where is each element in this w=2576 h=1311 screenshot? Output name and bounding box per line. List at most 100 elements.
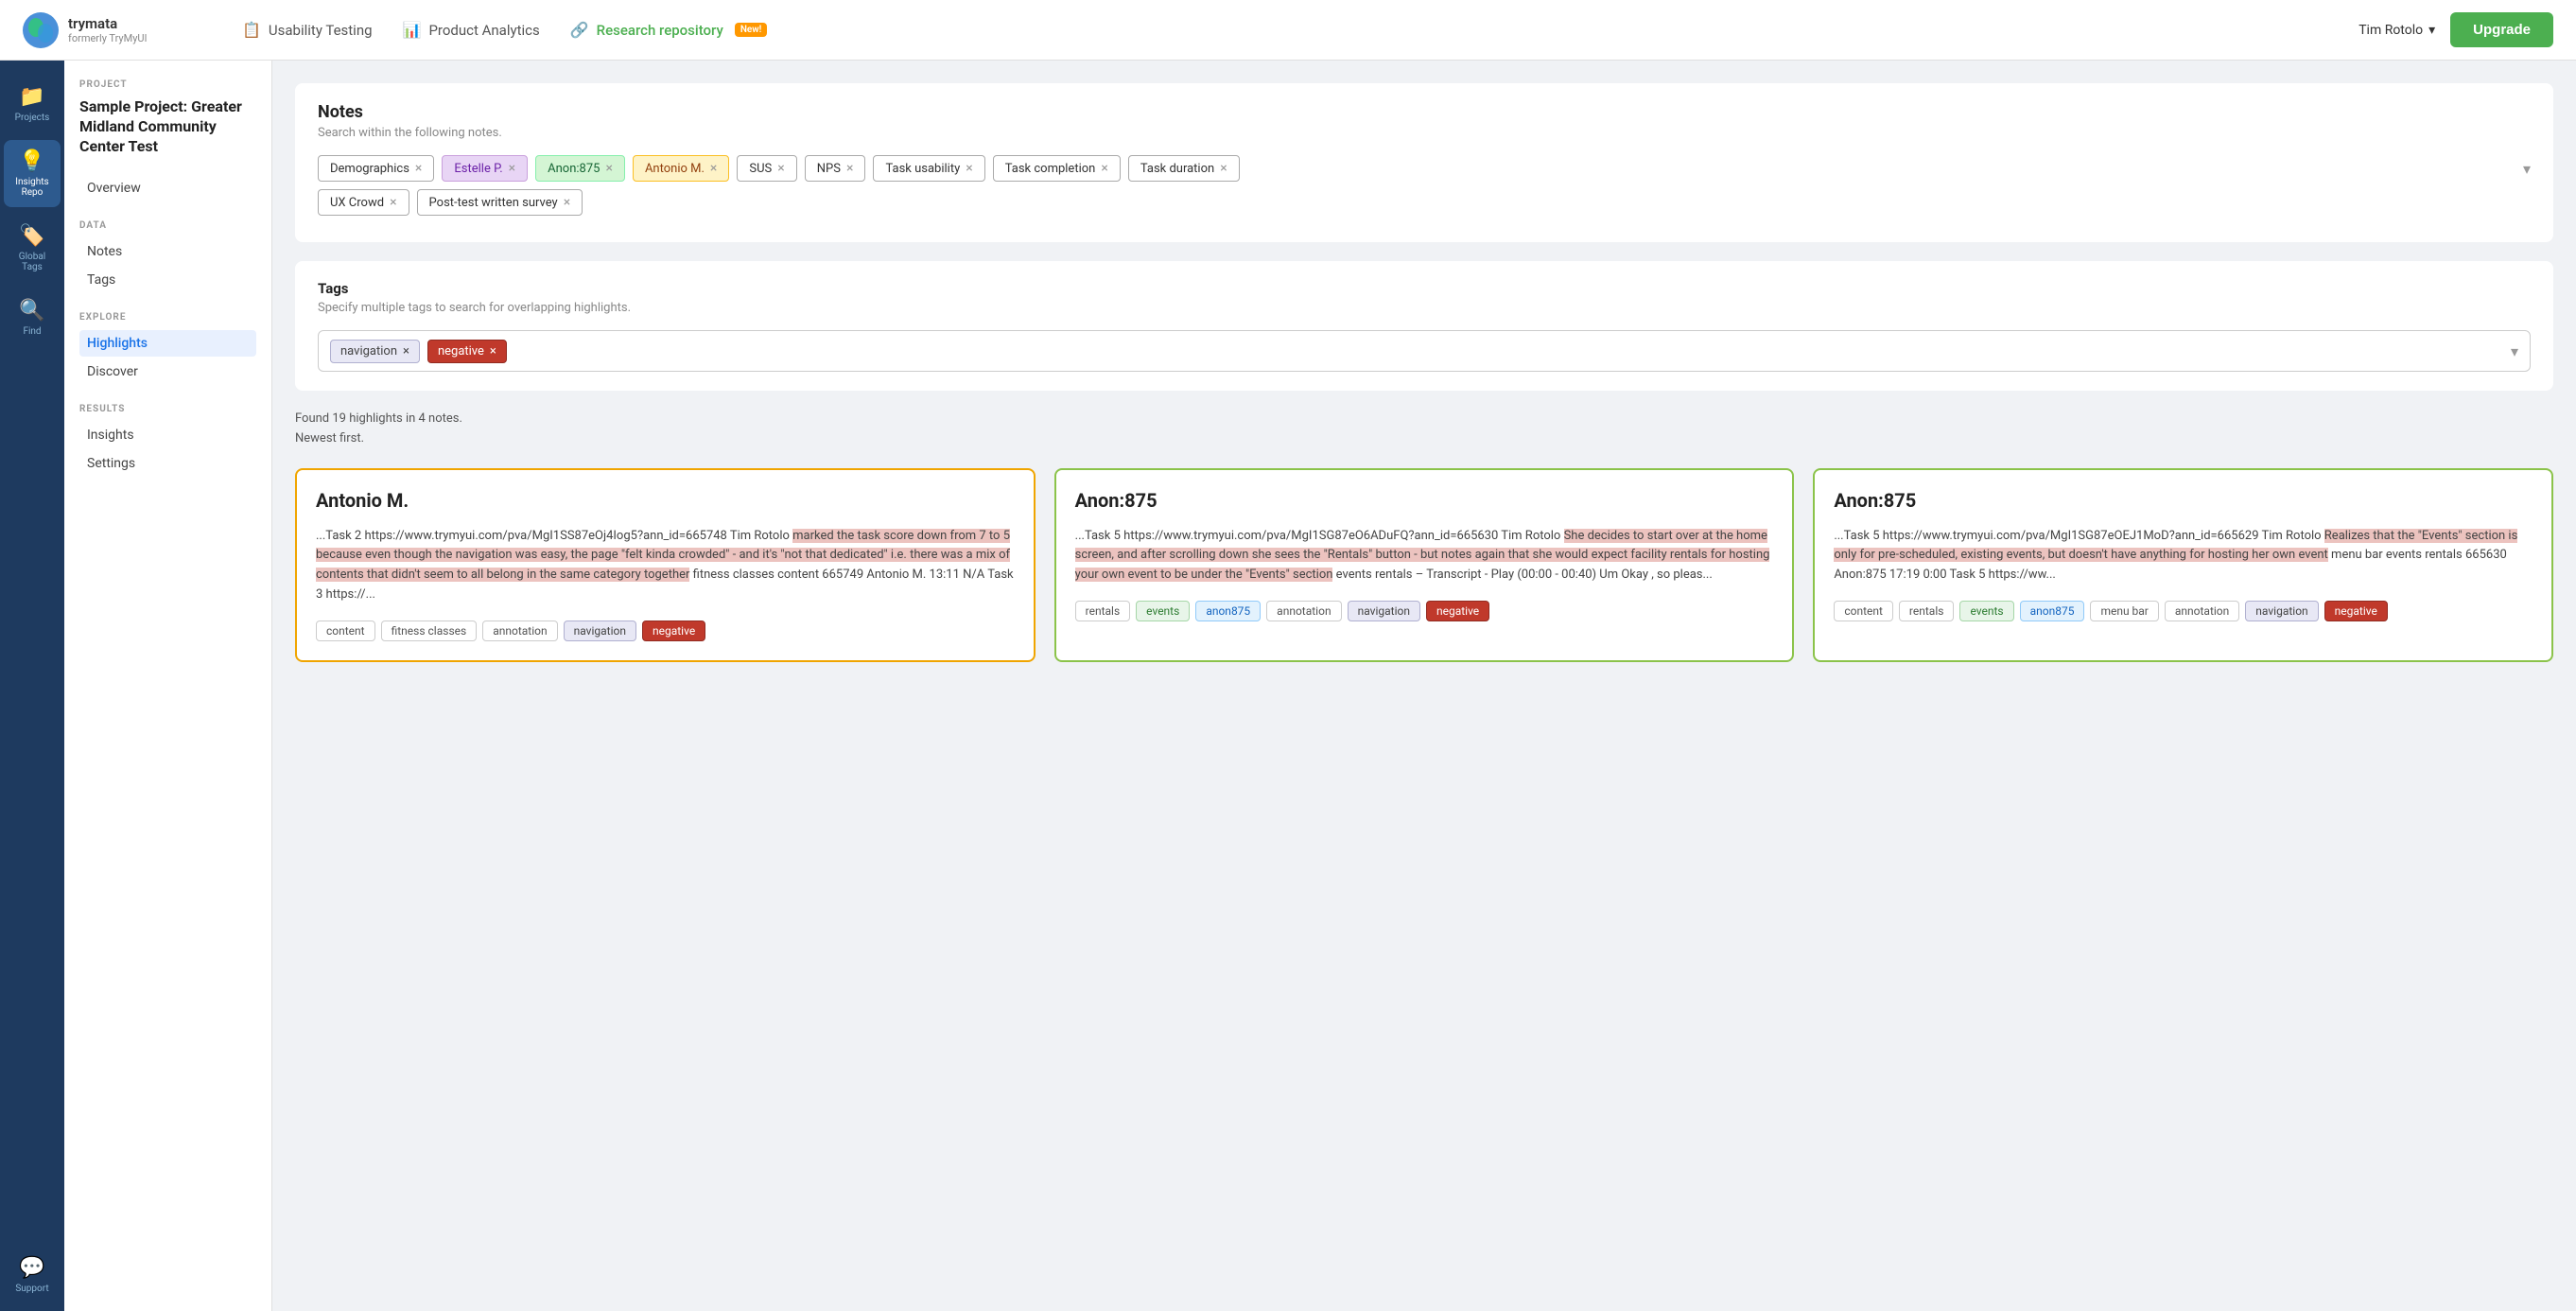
card-tag-menu-bar[interactable]: menu bar xyxy=(2090,601,2158,621)
sidebar-item-projects[interactable]: 📁 Projects xyxy=(4,76,61,132)
analytics-icon: 📊 xyxy=(403,21,422,39)
highlight-card-1: Antonio M. ...Task 2 https://www.trymyui… xyxy=(295,468,1036,662)
tag-negative[interactable]: negative × xyxy=(427,340,507,363)
filter-task-duration[interactable]: Task duration × xyxy=(1128,155,1240,182)
remove-post-test[interactable]: × xyxy=(564,195,570,210)
card-tag-negative-2[interactable]: negative xyxy=(1426,601,1489,621)
notes-subtitle: Search within the following notes. xyxy=(318,126,2531,140)
remove-task-duration[interactable]: × xyxy=(1220,161,1227,176)
new-badge: New! xyxy=(735,23,768,37)
tags-section: Tags Specify multiple tags to search for… xyxy=(295,261,2553,391)
main-nav-items: 📋 Usability Testing 📊 Product Analytics … xyxy=(242,21,2328,39)
nav-product-analytics[interactable]: 📊 Product Analytics xyxy=(403,21,540,39)
sidebar-item-global-tags[interactable]: 🏷️ Global Tags xyxy=(4,215,61,282)
nav-highlights[interactable]: Highlights xyxy=(79,330,256,357)
card-tag-content-3[interactable]: content xyxy=(1834,601,1893,621)
remove-task-completion[interactable]: × xyxy=(1101,161,1107,176)
remove-estelle[interactable]: × xyxy=(509,161,515,176)
sidebar-item-support[interactable]: 💬 Support xyxy=(4,1247,61,1303)
nav-insights[interactable]: Insights xyxy=(79,422,256,448)
results-count: Found 19 highlights in 4 notes. Newest f… xyxy=(295,410,2553,449)
nav-discover[interactable]: Discover xyxy=(79,358,256,385)
remove-anon875[interactable]: × xyxy=(605,161,612,176)
user-menu[interactable]: Tim Rotolo ▾ xyxy=(2358,23,2435,38)
filters-dropdown-arrow[interactable]: ▾ xyxy=(2523,160,2531,178)
card-tag-anon875-3[interactable]: anon875 xyxy=(2020,601,2085,621)
remove-sus[interactable]: × xyxy=(777,161,784,176)
remove-ux-crowd[interactable]: × xyxy=(390,195,396,210)
tag-filter-input[interactable]: navigation × negative × ▾ xyxy=(318,330,2531,372)
left-sidebar: 📁 Projects 💡 Insights Repo 🏷️ Global Tag… xyxy=(0,0,64,1311)
card-tag-annotation-2[interactable]: annotation xyxy=(1266,601,1341,621)
tag-navigation[interactable]: navigation × xyxy=(330,340,420,363)
global-tags-icon: 🏷️ xyxy=(19,224,44,248)
remove-tag-negative[interactable]: × xyxy=(490,344,496,358)
insights-icon: 💡 xyxy=(19,149,44,173)
card-2-tags: rentals events anon875 annotation naviga… xyxy=(1075,601,1774,621)
remove-nps[interactable]: × xyxy=(846,161,853,176)
highlights-grid: Antonio M. ...Task 2 https://www.trymyui… xyxy=(295,468,2553,662)
filter-anon875[interactable]: Anon:875 × xyxy=(535,155,625,182)
card-tag-annotation-3[interactable]: annotation xyxy=(2165,601,2239,621)
highlight-card-2: Anon:875 ...Task 5 https://www.trymyui.c… xyxy=(1054,468,1795,662)
sidebar-item-find[interactable]: 🔍 Find xyxy=(4,289,61,346)
nav-notes[interactable]: Notes xyxy=(79,238,256,265)
filter-task-usability[interactable]: Task usability × xyxy=(873,155,984,182)
filter-demographics[interactable]: Demographics × xyxy=(318,155,434,182)
upgrade-button[interactable]: Upgrade xyxy=(2450,12,2553,47)
nav-usability-testing[interactable]: 📋 Usability Testing xyxy=(242,21,373,39)
card-tag-fitness[interactable]: fitness classes xyxy=(381,621,478,641)
nav-research-repository[interactable]: 🔗 Research repository New! xyxy=(570,21,768,39)
main-content: Notes Search within the following notes.… xyxy=(272,0,2576,1311)
card-tag-content[interactable]: content xyxy=(316,621,375,641)
card-tag-anon875[interactable]: anon875 xyxy=(1195,601,1261,621)
card-3-tags: content rentals events anon875 menu bar … xyxy=(1834,601,2532,621)
secondary-sidebar: PROJECT Sample Project: Greater Midland … xyxy=(64,0,272,1311)
card-tag-navigation-3[interactable]: navigation xyxy=(2245,601,2318,621)
filter-task-completion[interactable]: Task completion × xyxy=(993,155,1121,182)
card-1-tags: content fitness classes annotation navig… xyxy=(316,621,1015,641)
nav-right: Tim Rotolo ▾ Upgrade xyxy=(2358,12,2553,47)
card-tag-negative-3[interactable]: negative xyxy=(2324,601,2388,621)
card-tag-rentals[interactable]: rentals xyxy=(1075,601,1131,621)
filter-row-1: Demographics × Estelle P. × Anon:875 × A… xyxy=(318,155,2531,182)
app-name: trymata xyxy=(68,15,148,32)
filter-post-test[interactable]: Post-test written survey × xyxy=(417,189,583,216)
data-section-label: DATA xyxy=(79,220,256,231)
logo-icon xyxy=(23,12,59,48)
card-3-title: Anon:875 xyxy=(1834,489,2532,512)
nav-overview[interactable]: Overview xyxy=(79,175,256,201)
chevron-down-icon: ▾ xyxy=(2428,23,2435,38)
card-tag-events[interactable]: events xyxy=(1136,601,1190,621)
card-tag-negative[interactable]: negative xyxy=(642,621,705,641)
nav-settings[interactable]: Settings xyxy=(79,450,256,477)
nav-tags[interactable]: Tags xyxy=(79,267,256,293)
filter-sus[interactable]: SUS × xyxy=(737,155,796,182)
remove-demographics[interactable]: × xyxy=(415,161,422,176)
filter-estelle[interactable]: Estelle P. × xyxy=(442,155,528,182)
results-section-label: RESULTS xyxy=(79,404,256,414)
card-1-title: Antonio M. xyxy=(316,489,1015,512)
highlight-card-3: Anon:875 ...Task 5 https://www.trymyui.c… xyxy=(1813,468,2553,662)
card-tag-events-3[interactable]: events xyxy=(1959,601,2013,621)
card-2-text: ...Task 5 https://www.trymyui.com/pva/Mg… xyxy=(1075,527,1774,586)
card-tag-rentals-3[interactable]: rentals xyxy=(1899,601,1955,621)
card-tag-annotation[interactable]: annotation xyxy=(482,621,557,641)
logo: trymata formerly TryMyUI xyxy=(23,12,212,48)
card-2-title: Anon:875 xyxy=(1075,489,1774,512)
card-tag-navigation[interactable]: navigation xyxy=(564,621,636,641)
tags-subtitle: Specify multiple tags to search for over… xyxy=(318,301,2531,315)
tags-dropdown-arrow[interactable]: ▾ xyxy=(2511,342,2518,360)
card-tag-navigation-2[interactable]: navigation xyxy=(1348,601,1420,621)
remove-task-usability[interactable]: × xyxy=(966,161,972,176)
project-name: Sample Project: Greater Midland Communit… xyxy=(79,97,256,156)
remove-antonio[interactable]: × xyxy=(710,161,717,176)
sidebar-item-insights[interactable]: 💡 Insights Repo xyxy=(4,140,61,207)
filter-nps[interactable]: NPS × xyxy=(805,155,866,182)
remove-tag-navigation[interactable]: × xyxy=(403,344,409,358)
card-3-text: ...Task 5 https://www.trymyui.com/pva/Mg… xyxy=(1834,527,2532,586)
filter-ux-crowd[interactable]: UX Crowd × xyxy=(318,189,409,216)
filter-antonio[interactable]: Antonio M. × xyxy=(633,155,729,182)
tags-title: Tags xyxy=(318,280,2531,297)
repository-icon: 🔗 xyxy=(570,21,589,39)
